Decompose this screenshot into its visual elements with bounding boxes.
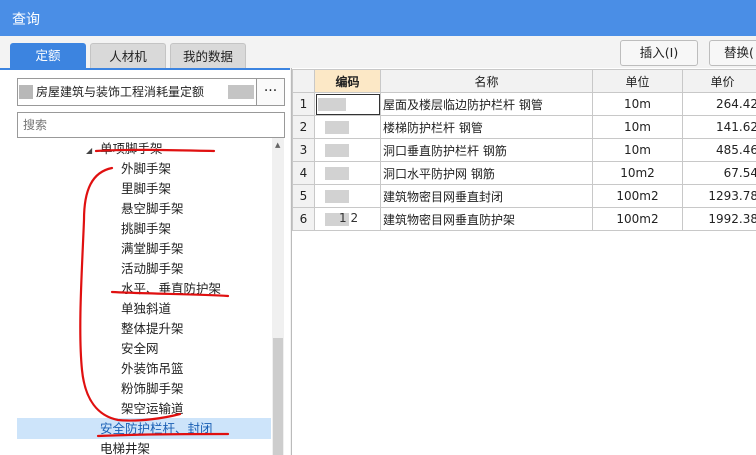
tree-node[interactable]: 活动脚手架 xyxy=(121,259,184,279)
price-column-header[interactable]: 单价 xyxy=(682,69,756,93)
row-number: 6 xyxy=(292,207,315,231)
tree-node[interactable]: 悬空脚手架 xyxy=(121,199,184,219)
row-number: 2 xyxy=(292,115,315,139)
tree-node[interactable]: 架空运输道 xyxy=(121,399,184,419)
tree-node[interactable]: 粉饰脚手架 xyxy=(121,379,184,399)
redacted-mark xyxy=(325,190,349,203)
code-column-header[interactable]: 编码 xyxy=(314,69,381,93)
price-cell[interactable]: 1992.38 xyxy=(682,207,756,231)
window-title: 查询 xyxy=(12,12,40,28)
code-text: 1 2 xyxy=(339,211,359,225)
table-row[interactable]: 1 屋面及楼层临边防护栏杆 钢管 10m 264.42 xyxy=(292,92,756,116)
tree-node[interactable]: 外装饰吊篮 xyxy=(121,359,184,379)
name-cell[interactable]: 楼梯防护栏杆 钢管 xyxy=(380,115,593,139)
replace-button[interactable]: 替换( xyxy=(709,40,756,66)
name-column-header[interactable]: 名称 xyxy=(380,69,593,93)
tree-node[interactable]: 满堂脚手架 xyxy=(121,239,184,259)
window-titlebar: 查询 xyxy=(0,0,756,36)
scrollbar-thumb[interactable] xyxy=(273,338,283,455)
redacted-mark xyxy=(228,85,254,99)
row-number: 1 xyxy=(292,92,315,116)
tree-node-single-scaffold[interactable]: 单项脚手架 xyxy=(100,139,163,159)
table-row[interactable]: 5 建筑物密目网垂直封闭 100m2 1293.78 xyxy=(292,184,756,208)
unit-cell[interactable]: 10m2 xyxy=(592,161,683,185)
code-cell[interactable] xyxy=(314,138,381,162)
code-cell[interactable] xyxy=(314,115,381,139)
name-cell[interactable]: 洞口垂直防护栏杆 钢筋 xyxy=(380,138,593,162)
table-row[interactable]: 2 楼梯防护栏杆 钢管 10m 141.62 xyxy=(292,115,756,139)
code-cell[interactable] xyxy=(314,184,381,208)
redacted-mark xyxy=(318,98,346,111)
tree-node-selected[interactable]: 安全防护栏杆、封闭 xyxy=(100,419,213,439)
tab-quota[interactable]: 定额 xyxy=(10,43,86,68)
code-cell[interactable] xyxy=(314,161,381,185)
search-input[interactable] xyxy=(17,112,285,138)
tree-node[interactable]: 里脚手架 xyxy=(121,179,171,199)
tree-node[interactable]: 单独斜道 xyxy=(121,299,171,319)
tree-node[interactable]: 整体提升架 xyxy=(121,319,184,339)
unit-cell[interactable]: 100m2 xyxy=(592,184,683,208)
table-row[interactable]: 4 洞口水平防护网 钢筋 10m2 67.54 xyxy=(292,161,756,185)
code-cell[interactable]: 1 2 xyxy=(314,207,381,231)
name-cell[interactable]: 洞口水平防护网 钢筋 xyxy=(380,161,593,185)
row-number-header xyxy=(292,69,315,93)
redacted-mark xyxy=(325,121,349,134)
insert-button[interactable]: 插入(I) xyxy=(620,40,698,66)
price-cell[interactable]: 67.54 xyxy=(682,161,756,185)
unit-cell[interactable]: 100m2 xyxy=(592,207,683,231)
tree-node-elevator-shaft[interactable]: 电梯井架 xyxy=(100,439,150,455)
price-cell[interactable]: 1293.78 xyxy=(682,184,756,208)
quota-table: 编码 名称 单位 单价 1 屋面及楼层临边防护栏杆 钢管 10m 264.42 … xyxy=(292,69,756,231)
table-row[interactable]: 6 1 2 建筑物密目网垂直防护架 100m2 1992.38 xyxy=(292,207,756,231)
tree-node[interactable]: 安全网 xyxy=(121,339,159,359)
code-cell[interactable] xyxy=(314,92,381,116)
unit-cell[interactable]: 10m xyxy=(592,138,683,162)
quota-library-name: 房屋建筑与装饰工程消耗量定额 xyxy=(36,85,205,99)
price-cell[interactable]: 141.62 xyxy=(682,115,756,139)
name-cell[interactable]: 建筑物密目网垂直封闭 xyxy=(380,184,593,208)
tree-node[interactable]: 外脚手架 xyxy=(121,159,171,179)
name-cell[interactable]: 屋面及楼层临边防护栏杆 钢管 xyxy=(380,92,593,116)
table-header-row: 编码 名称 单位 单价 xyxy=(292,69,756,93)
expanded-triangle-icon[interactable]: ◢ xyxy=(86,146,92,155)
price-cell[interactable]: 264.42 xyxy=(682,92,756,116)
tree-node[interactable]: 水平、垂直防护架 xyxy=(121,279,221,299)
unit-column-header[interactable]: 单位 xyxy=(592,69,683,93)
more-button[interactable]: ··· xyxy=(257,78,285,106)
tree-node[interactable]: 挑脚手架 xyxy=(121,219,171,239)
row-number: 5 xyxy=(292,184,315,208)
tab-labor-material-machine[interactable]: 人材机 xyxy=(90,43,166,68)
redacted-mark xyxy=(325,144,349,157)
unit-cell[interactable]: 10m xyxy=(592,115,683,139)
quota-library-select[interactable]: 房屋建筑与装饰工程消耗量定额 xyxy=(17,78,257,106)
redacted-mark xyxy=(19,85,33,99)
row-number: 3 xyxy=(292,138,315,162)
price-cell[interactable]: 485.46 xyxy=(682,138,756,162)
redacted-mark xyxy=(325,167,349,180)
unit-cell[interactable]: 10m xyxy=(592,92,683,116)
name-cell[interactable]: 建筑物密目网垂直防护架 xyxy=(380,207,593,231)
table-row[interactable]: 3 洞口垂直防护栏杆 钢筋 10m 485.46 xyxy=(292,138,756,162)
row-number: 4 xyxy=(292,161,315,185)
tab-my-data[interactable]: 我的数据 xyxy=(170,43,246,68)
scroll-up-icon[interactable]: ▲ xyxy=(275,141,280,149)
